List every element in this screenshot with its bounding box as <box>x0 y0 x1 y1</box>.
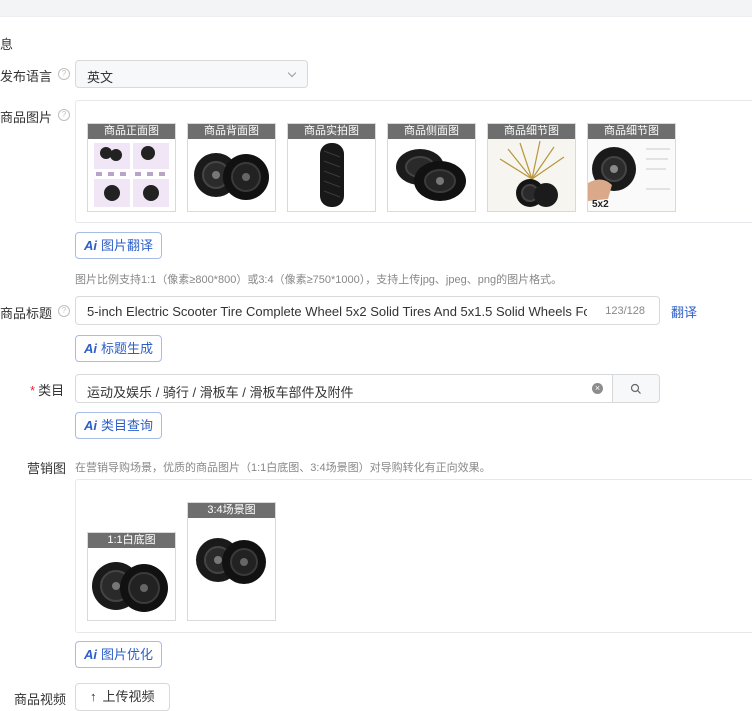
search-icon <box>630 383 641 394</box>
category-search-button[interactable] <box>613 374 660 403</box>
image-caption: 商品实拍图 <box>288 124 375 139</box>
image-optimize-button[interactable]: Ai 图片优化 <box>75 641 163 668</box>
category-value: 运动及娱乐 / 骑行 / 滑板车 / 滑板车部件及附件 <box>87 385 354 400</box>
upload-video-label: 上传视频 <box>102 689 155 704</box>
image-caption: 1:1白底图 <box>88 533 175 548</box>
product-image-thumb[interactable]: 商品细节图 <box>487 123 576 212</box>
language-label: 发布语言 <box>0 69 53 84</box>
chevron-down-icon <box>287 68 297 78</box>
product-photo <box>92 143 171 207</box>
category-query-button[interactable]: Ai 类目查询 <box>75 412 163 439</box>
product-image-thumb[interactable]: 商品正面图 <box>87 123 176 212</box>
marketing-image-white[interactable]: 1:1白底图 <box>87 532 176 621</box>
title-char-count: 123/128 <box>605 305 645 317</box>
image-translate-label: 图片翻译 <box>101 238 154 253</box>
image-format-hint: 图片比例支持1:1（像素≥800*800）或3:4（像素≥750*1000），支… <box>75 274 563 286</box>
image-caption: 商品正面图 <box>88 124 175 139</box>
help-icon[interactable]: ? <box>58 68 70 80</box>
image-optimize-label: 图片优化 <box>101 647 154 662</box>
title-generate-label: 标题生成 <box>101 341 154 356</box>
clear-icon[interactable]: × <box>592 383 603 394</box>
image-caption: 商品背面图 <box>188 124 275 139</box>
image-caption: 商品细节图 <box>588 124 675 139</box>
ai-icon: Ai <box>84 341 97 356</box>
wheel-pair-image <box>92 562 168 612</box>
ai-icon: Ai <box>84 647 97 662</box>
image-caption: 3:4场景图 <box>188 503 275 518</box>
product-photo <box>488 139 575 211</box>
title-generate-button[interactable]: Ai 标题生成 <box>75 335 163 362</box>
ai-icon: Ai <box>84 238 97 253</box>
images-label: 商品图片 <box>0 110 53 125</box>
image-caption: 商品细节图 <box>488 124 575 139</box>
image-caption: 商品侧面图 <box>388 124 475 139</box>
category-label-text: 类目 <box>38 383 65 398</box>
image-translate-button[interactable]: Ai 图片翻译 <box>75 232 163 259</box>
language-select[interactable]: 英文 <box>75 60 308 88</box>
help-icon[interactable]: ? <box>58 305 70 317</box>
category-query-label: 类目查询 <box>101 418 154 433</box>
product-image-thumb[interactable]: 商品背面图 <box>187 123 276 212</box>
product-image-thumb[interactable]: 商品实拍图 <box>287 123 376 212</box>
wheel-pair-image <box>196 538 266 584</box>
marketing-hint: 在营销导购场景，优质的商品图片（1:1白底图、3:4场景图）对导购转化有正向效果… <box>75 462 491 474</box>
product-image-thumb[interactable]: 商品侧面图 <box>387 123 476 212</box>
language-value: 英文 <box>87 70 114 85</box>
video-label: 商品视频 <box>14 692 67 707</box>
ai-icon: Ai <box>84 418 97 433</box>
upload-icon: ↑ <box>90 689 97 704</box>
product-image-thumb[interactable]: 商品细节图 5x2 <box>587 123 676 212</box>
section-title: 息 <box>0 37 14 52</box>
marketing-label: 营销图 <box>27 461 67 476</box>
product-photo: 5x2 <box>588 139 675 211</box>
product-photo <box>396 149 466 201</box>
title-input-value: 5-inch Electric Scooter Tire Complete Wh… <box>87 304 587 319</box>
marketing-images-panel <box>75 479 752 633</box>
badge-text: 5x2 <box>592 199 609 210</box>
upload-video-button[interactable]: ↑ 上传视频 <box>75 683 170 711</box>
title-input[interactable]: 5-inch Electric Scooter Tire Complete Wh… <box>75 296 660 325</box>
product-photo <box>320 143 344 207</box>
help-icon[interactable]: ? <box>58 109 70 121</box>
top-bar <box>0 0 752 17</box>
translate-link[interactable]: 翻译 <box>671 302 697 321</box>
product-photo <box>194 153 269 200</box>
category-label: * 类目 <box>30 380 64 399</box>
category-input[interactable]: 运动及娱乐 / 骑行 / 滑板车 / 滑板车部件及附件 × <box>75 374 613 403</box>
title-label: 商品标题 <box>0 306 53 321</box>
marketing-image-scene[interactable]: 3:4场景图 <box>187 502 276 621</box>
required-mark: * <box>30 383 36 398</box>
